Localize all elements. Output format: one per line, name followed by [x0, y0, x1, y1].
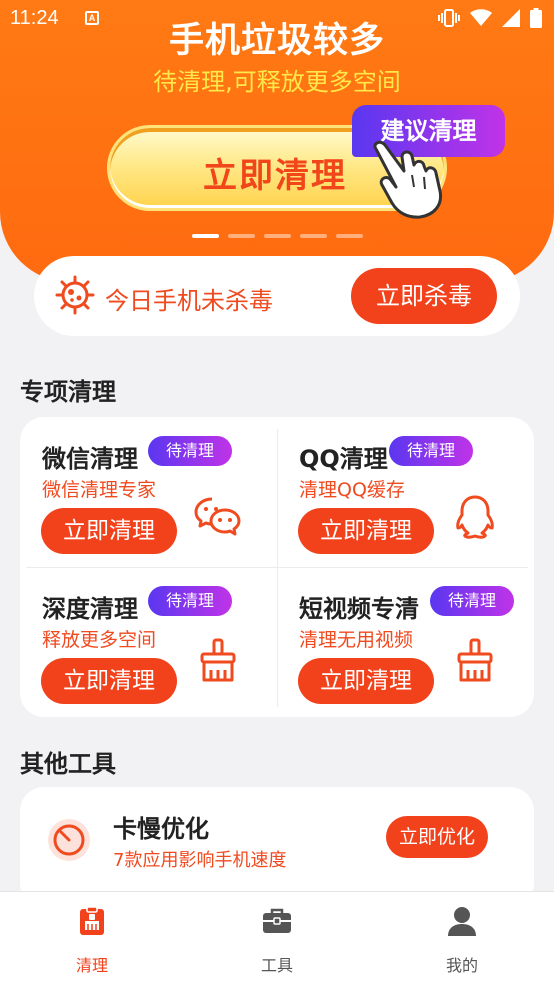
carousel-indicator	[192, 234, 363, 238]
wechat-clean-button[interactable]: 立即清理	[41, 508, 177, 554]
tab-clean[interactable]: 清理	[0, 892, 184, 984]
tab-label: 我的	[445, 956, 478, 975]
virus-icon	[55, 275, 95, 315]
item-name: QQ清理	[299, 445, 388, 473]
hero-subtitle: 待清理,可释放更多空间	[153, 68, 401, 96]
pending-tag: 待清理	[430, 586, 515, 616]
item-desc: 释放更多空间	[42, 629, 157, 651]
item-desc: 微信清理专家	[42, 479, 157, 501]
clean-icon	[80, 906, 104, 935]
tab-label: 清理	[75, 956, 108, 975]
other-tools-title: 其他工具	[20, 750, 116, 778]
antivirus-status-text: 今日手机未杀毒	[105, 287, 273, 315]
qq-clean-cell: QQ清理 待清理 清理QQ缓存 立即清理	[277, 417, 534, 567]
item-name: 深度清理	[42, 595, 138, 623]
qq-clean-button[interactable]: 立即清理	[298, 508, 434, 554]
special-clean-title: 专项清理	[20, 378, 116, 406]
speedometer-icon	[48, 819, 90, 861]
item-name: 短视频专清	[299, 595, 419, 623]
wechat-icon	[194, 497, 241, 536]
broom-icon	[200, 638, 236, 682]
item-desc: 清理无用视频	[299, 629, 414, 651]
item-desc: 清理QQ缓存	[299, 479, 405, 501]
tool-desc: 7款应用影响手机速度	[113, 850, 287, 871]
pointing-hand-icon	[373, 140, 443, 219]
qq-icon	[456, 495, 494, 539]
tab-tools[interactable]: 工具	[185, 892, 369, 984]
carousel-dot	[264, 234, 291, 238]
toolbox-icon	[263, 908, 291, 933]
deep-clean-cell: 深度清理 待清理 释放更多空间 立即清理	[20, 567, 277, 717]
short-video-clean-cell: 短视频专清 待清理 清理无用视频 立即清理	[277, 567, 534, 717]
tool-name: 卡慢优化	[113, 815, 209, 843]
tab-mine[interactable]: 我的	[370, 892, 554, 984]
carousel-dot	[228, 234, 255, 238]
deep-clean-button[interactable]: 立即清理	[41, 658, 177, 704]
optimize-now-button[interactable]: 立即优化	[386, 816, 488, 858]
pending-tag: 待清理	[389, 436, 474, 466]
short-video-clean-button[interactable]: 立即清理	[298, 658, 434, 704]
pending-tag: 待清理	[148, 586, 233, 616]
lag-optimize-card: 卡慢优化 7款应用影响手机速度 立即优化	[20, 787, 534, 907]
wechat-clean-cell: 微信清理 待清理 微信清理专家 立即清理	[20, 417, 277, 567]
pending-tag: 待清理	[148, 436, 233, 466]
special-clean-grid: 微信清理 待清理 微信清理专家 立即清理 QQ清理 待清理 清理QQ缓存 立即清…	[20, 417, 534, 717]
item-name: 微信清理	[42, 445, 138, 473]
hero-title: 手机垃圾较多	[168, 21, 385, 61]
antivirus-card: 今日手机未杀毒 立即杀毒	[34, 256, 520, 336]
carousel-dot	[300, 234, 327, 238]
tab-label: 工具	[260, 956, 293, 975]
antivirus-now-button[interactable]: 立即杀毒	[351, 268, 497, 324]
carousel-dot	[336, 234, 363, 238]
carousel-dot	[192, 234, 219, 238]
hero-banner: 11:24 A 手机垃圾较多 待清理,可释放更多空间 立即清理 建议清理	[0, 0, 554, 282]
broom-icon	[457, 638, 493, 682]
user-icon	[448, 907, 476, 936]
bottom-tab-bar: 清理 工具 我的	[0, 891, 554, 984]
